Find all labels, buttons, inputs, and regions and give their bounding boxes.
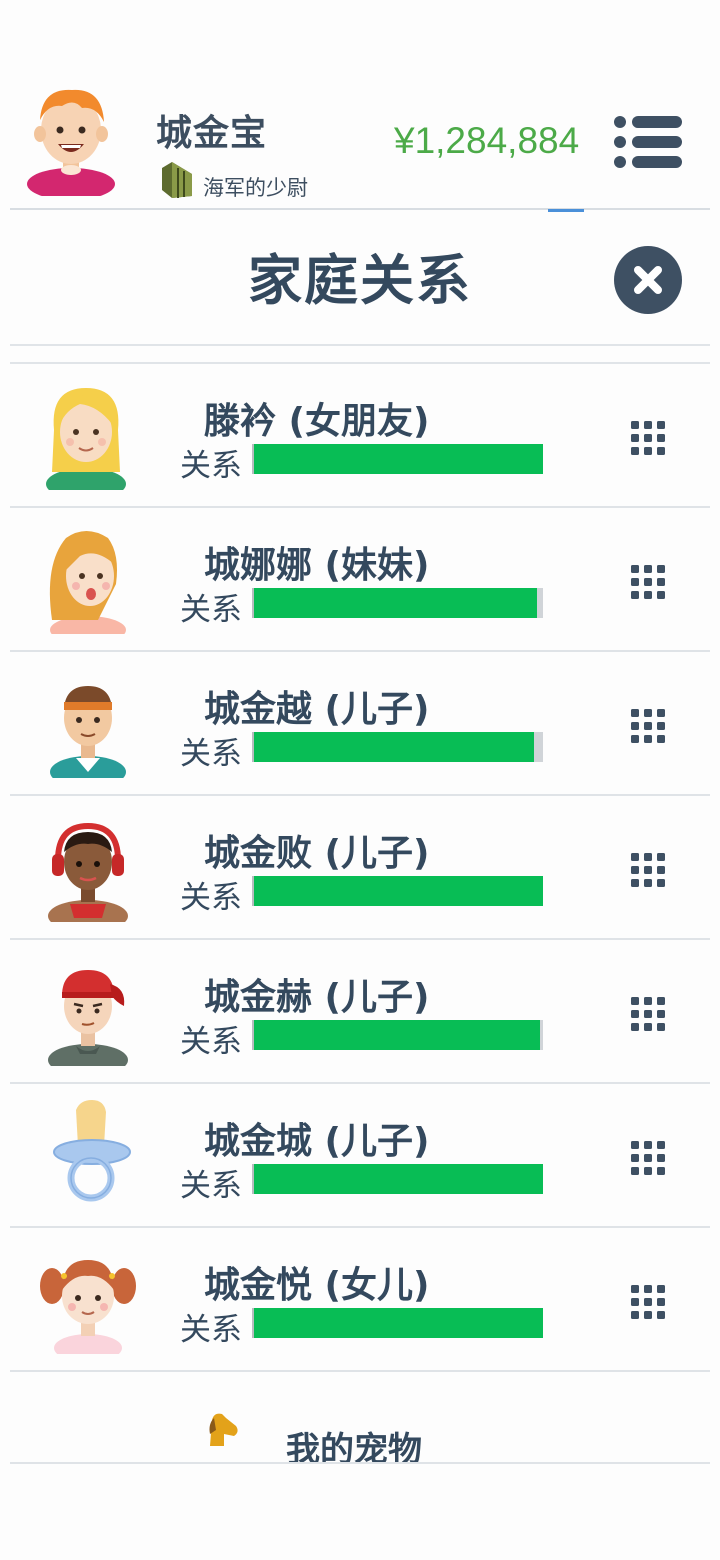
- family-row[interactable]: 城金悦 (女儿) 关系: [10, 1228, 710, 1372]
- grid-menu-icon[interactable]: [630, 996, 666, 1032]
- grid-menu-icon[interactable]: [630, 564, 666, 600]
- relationship-bar-fill: [254, 444, 543, 474]
- my-pets-label: 我的宠物: [286, 1430, 422, 1464]
- dog-icon: [209, 1413, 238, 1446]
- relationship-label: 关系: [180, 592, 242, 628]
- long-hair-girl-avatar: [49, 531, 126, 634]
- close-icon: [634, 266, 662, 294]
- player-rank: 海军的少尉: [203, 176, 308, 200]
- relationship-bar-fill: [254, 876, 543, 906]
- relationship-label: 关系: [180, 880, 242, 916]
- relationship-label: 关系: [180, 736, 242, 772]
- family-row[interactable]: 城金败 (儿子) 关系: [10, 796, 710, 940]
- family-member-name: 滕衿 (女朋友): [204, 401, 430, 442]
- close-button[interactable]: [614, 246, 682, 314]
- blonde-woman-avatar: [46, 388, 126, 490]
- top-header: 城金宝 海军的少尉 ¥1,284,884: [0, 0, 720, 210]
- family-row[interactable]: 城金越 (儿子) 关系: [10, 652, 710, 796]
- relationship-bar: [252, 1020, 543, 1050]
- relationship-bar: [252, 1308, 543, 1338]
- family-member-name: 城金赫 (儿子): [204, 977, 430, 1018]
- panel-title: 家庭关系: [248, 249, 472, 312]
- family-row[interactable]: 城娜娜 (妹妹) 关系: [10, 508, 710, 652]
- family-member-name: 城金悦 (女儿): [204, 1265, 430, 1306]
- relationship-label: 关系: [180, 448, 242, 484]
- headphones-boy-avatar: [48, 822, 128, 922]
- relationship-bar: [252, 876, 543, 906]
- family-member-name: 城金越 (儿子): [204, 689, 430, 730]
- family-row[interactable]: 滕衿 (女朋友) 关系: [10, 364, 710, 508]
- player-avatar[interactable]: [22, 84, 120, 196]
- relationship-bar-fill: [254, 1164, 543, 1194]
- family-row[interactable]: 城金赫 (儿子) 关系: [10, 940, 710, 1084]
- title-divider: [10, 344, 710, 346]
- my-pets-section[interactable]: 我的宠物: [10, 1372, 710, 1464]
- relationship-bar-fill: [254, 1308, 543, 1338]
- grid-menu-icon[interactable]: [630, 420, 666, 456]
- menu-icon[interactable]: [612, 114, 684, 170]
- relationship-bar: [252, 1164, 543, 1194]
- grid-menu-icon[interactable]: [630, 1140, 666, 1176]
- family-member-name: 城金败 (儿子): [204, 833, 430, 874]
- grid-menu-icon[interactable]: [630, 708, 666, 744]
- header-divider: [10, 208, 710, 210]
- family-row[interactable]: 城金城 (儿子) 关系: [10, 1084, 710, 1228]
- relationship-label: 关系: [180, 1312, 242, 1348]
- family-member-name: 城金城 (儿子): [204, 1121, 430, 1162]
- relationship-bar: [252, 444, 543, 474]
- money-balance: ¥1,284,884: [394, 120, 580, 161]
- rank-insignia-icon: [162, 162, 192, 198]
- grid-menu-icon[interactable]: [630, 1284, 666, 1320]
- relationship-label: 关系: [180, 1024, 242, 1060]
- relationship-bar: [252, 732, 543, 762]
- scroll-indicator: [548, 209, 584, 212]
- relationship-bar: [252, 588, 543, 618]
- relationship-bar-fill: [254, 588, 538, 618]
- family-member-name: 城娜娜 (妹妹): [204, 545, 430, 586]
- pacifier-baby-avatar: [53, 1100, 131, 1202]
- relationship-bar-fill: [254, 1020, 541, 1050]
- red-cap-boy-avatar: [48, 970, 128, 1066]
- relationship-label: 关系: [180, 1168, 242, 1204]
- player-name: 城金宝: [156, 113, 268, 154]
- grid-menu-icon[interactable]: [630, 852, 666, 888]
- pigtails-girl-avatar: [40, 1260, 136, 1354]
- headband-boy-avatar: [50, 686, 126, 778]
- relationship-bar-fill: [254, 732, 535, 762]
